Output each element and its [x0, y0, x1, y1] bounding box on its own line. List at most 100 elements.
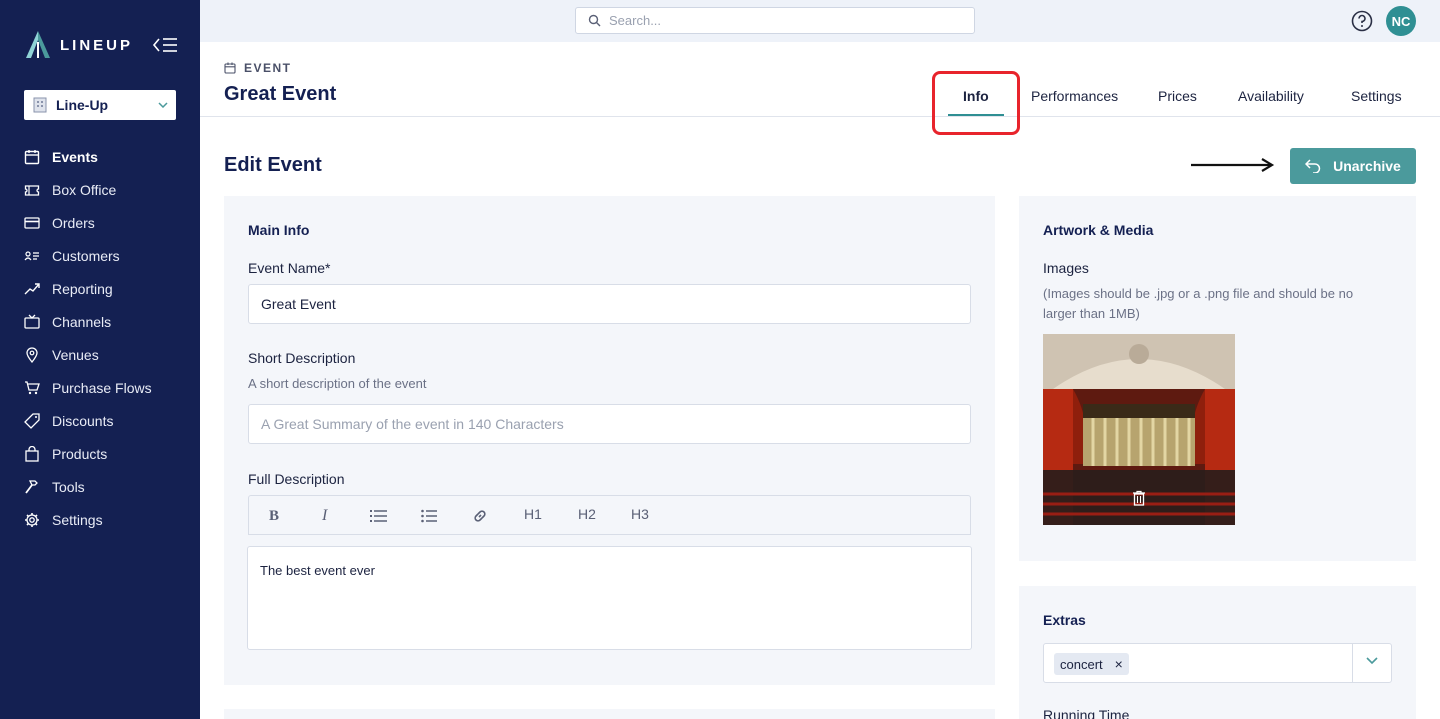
sidebar-item-label: Discounts: [52, 412, 114, 429]
sidebar-item-label: Reporting: [52, 280, 113, 297]
ticket-icon: [24, 184, 40, 196]
extras-title: Extras: [1043, 612, 1086, 628]
images-hint: (Images should be .jpg or a .png file an…: [1043, 286, 1354, 321]
sidebar-nav: Events Box Office Orders Customers Repor…: [0, 140, 200, 536]
page-header: EVENT Great Event Info Performances Pric…: [200, 42, 1440, 135]
tab-settings[interactable]: Settings: [1351, 88, 1402, 104]
tab-availability[interactable]: Availability: [1238, 88, 1304, 104]
next-panel: [224, 709, 995, 719]
sidebar-item-label: Box Office: [52, 181, 117, 198]
ordered-list-icon[interactable]: [370, 509, 388, 523]
main-info-title: Main Info: [248, 222, 310, 238]
short-description-label: Short Description: [248, 350, 356, 366]
event-image[interactable]: [1043, 334, 1235, 525]
trash-icon[interactable]: [1131, 490, 1147, 506]
topbar: NC: [200, 0, 1440, 42]
bullet-list-icon[interactable]: [421, 509, 437, 523]
tab-performances[interactable]: Performances: [1031, 88, 1118, 104]
h3-button[interactable]: H3: [631, 506, 649, 522]
chevron-down-icon[interactable]: [1366, 657, 1378, 665]
sidebar-item-purchase-flows[interactable]: Purchase Flows: [0, 371, 200, 404]
tab-info[interactable]: Info: [963, 88, 989, 104]
breadcrumb: EVENT: [224, 61, 292, 75]
help-icon[interactable]: [1351, 10, 1373, 32]
remove-tag-icon[interactable]: ×: [1115, 656, 1123, 672]
contacts-icon: [24, 250, 39, 260]
breadcrumb-label: EVENT: [244, 61, 292, 75]
org-name: Line-Up: [56, 97, 109, 113]
calendar-icon: [24, 149, 40, 164]
sidebar-item-label: Products: [52, 445, 108, 462]
short-description-input[interactable]: [248, 404, 971, 444]
sidebar-item-discounts[interactable]: Discounts: [0, 404, 200, 437]
sidebar-item-label: Events: [52, 148, 98, 165]
sidebar-item-events[interactable]: Events: [0, 140, 200, 173]
search-box[interactable]: [575, 7, 975, 34]
lineup-logo[interactable]: LINEUP: [24, 30, 133, 60]
running-time-label: Running Time: [1043, 707, 1130, 719]
tag-label: concert: [1060, 656, 1103, 672]
hammer-icon: [25, 479, 38, 494]
shopping-bag-icon: [25, 445, 39, 462]
sidebar-item-label: Channels: [52, 313, 112, 330]
tab-prices[interactable]: Prices: [1158, 88, 1197, 104]
sidebar-item-venues[interactable]: Venues: [0, 338, 200, 371]
search-input[interactable]: [609, 13, 949, 28]
bold-icon[interactable]: B: [269, 508, 281, 522]
tag-icon: [24, 412, 40, 429]
sidebar-item-label: Customers: [52, 247, 120, 264]
event-name-input[interactable]: [248, 284, 971, 324]
location-pin-icon: [26, 346, 38, 363]
sidebar-item-label: Settings: [52, 511, 103, 528]
avatar[interactable]: NC: [1386, 6, 1416, 36]
artwork-title: Artwork & Media: [1043, 222, 1154, 238]
images-label: Images: [1043, 260, 1089, 276]
h2-button[interactable]: H2: [578, 506, 596, 522]
link-icon[interactable]: [472, 508, 488, 524]
italic-icon[interactable]: I: [321, 508, 333, 522]
section-title: Edit Event: [224, 154, 322, 176]
chevron-down-icon: [158, 102, 168, 108]
cart-icon: [25, 380, 40, 394]
extras-select[interactable]: concert ×: [1043, 643, 1392, 683]
collapse-menu-icon[interactable]: [152, 36, 178, 54]
sidebar-item-label: Orders: [52, 214, 95, 231]
svg-text:B: B: [269, 508, 279, 522]
sidebar-item-channels[interactable]: Channels: [0, 305, 200, 338]
credit-card-icon: [24, 216, 40, 229]
sidebar-item-label: Purchase Flows: [52, 379, 152, 396]
sidebar-item-customers[interactable]: Customers: [0, 239, 200, 272]
page-title: Great Event: [224, 83, 337, 105]
undo-icon: [1305, 159, 1321, 173]
sidebar-item-settings[interactable]: Settings: [0, 503, 200, 536]
building-icon: [33, 97, 47, 113]
sidebar-item-orders[interactable]: Orders: [0, 206, 200, 239]
active-tab-indicator: [948, 114, 1004, 116]
sidebar: LINEUP Line-Up Events Box Office Orders …: [0, 0, 200, 719]
sidebar-item-tools[interactable]: Tools: [0, 470, 200, 503]
main-info-panel: Main Info Event Name* Short Description …: [224, 196, 995, 685]
arrow-right-icon: [1191, 158, 1275, 172]
full-description-editor[interactable]: The best event ever: [247, 546, 972, 650]
tv-icon: [24, 314, 40, 329]
trend-chart-icon: [24, 282, 40, 294]
unarchive-button[interactable]: Unarchive: [1290, 148, 1416, 184]
short-description-hint: A short description of the event: [248, 376, 427, 391]
sidebar-item-reporting[interactable]: Reporting: [0, 272, 200, 305]
sidebar-item-products[interactable]: Products: [0, 437, 200, 470]
calendar-icon: [224, 62, 236, 74]
unarchive-label: Unarchive: [1333, 158, 1401, 174]
extras-panel: Extras concert × Running Time: [1019, 586, 1416, 719]
event-name-label: Event Name*: [248, 260, 331, 276]
editor-toolbar: B I H1 H2 H3: [248, 495, 971, 535]
org-selector[interactable]: Line-Up: [24, 90, 176, 120]
full-description-label: Full Description: [248, 471, 345, 487]
brand-name: LINEUP: [60, 36, 134, 54]
search-icon: [588, 14, 601, 27]
gear-icon: [25, 512, 39, 527]
tag-chip: concert ×: [1054, 653, 1129, 675]
artwork-panel: Artwork & Media Images (Images should be…: [1019, 196, 1416, 561]
sidebar-item-box-office[interactable]: Box Office: [0, 173, 200, 206]
h1-button[interactable]: H1: [524, 506, 542, 522]
svg-text:I: I: [321, 508, 328, 522]
